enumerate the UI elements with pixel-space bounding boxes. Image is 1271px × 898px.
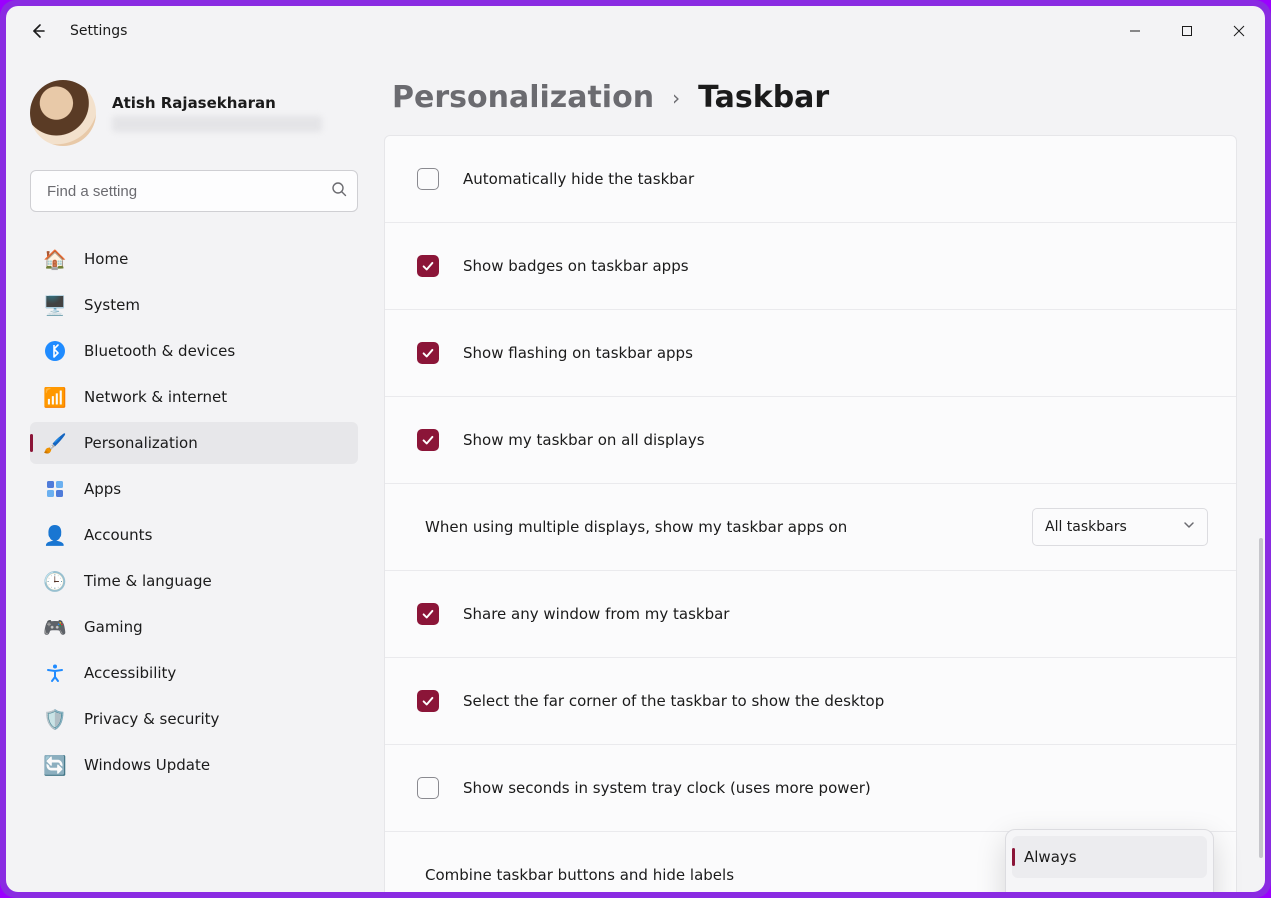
breadcrumb-parent[interactable]: Personalization xyxy=(392,80,654,115)
checkbox-badges[interactable] xyxy=(417,255,439,277)
checkbox-autohide[interactable] xyxy=(417,168,439,190)
sidebar-item-label: Home xyxy=(84,250,128,268)
settings-list: Automatically hide the taskbar Show badge… xyxy=(384,135,1237,892)
sidebar-item-update[interactable]: 🔄 Windows Update xyxy=(30,744,358,786)
sidebar: Atish Rajasekharan 🏠 Home 🖥️ System Bluetoot… xyxy=(6,56,376,892)
settings-window: Settings Atish Rajasekharan xyxy=(6,6,1265,892)
privacy-icon: 🛡️ xyxy=(44,708,66,730)
search-box[interactable] xyxy=(30,170,358,212)
apps-icon xyxy=(44,478,66,500)
update-icon: 🔄 xyxy=(44,754,66,776)
gaming-icon: 🎮 xyxy=(44,616,66,638)
checkbox-seconds[interactable] xyxy=(417,777,439,799)
sidebar-item-personalization[interactable]: 🖌️ Personalization xyxy=(30,422,358,464)
sidebar-item-label: Accounts xyxy=(84,526,152,544)
sidebar-item-label: Accessibility xyxy=(84,664,176,682)
breadcrumb: Personalization › Taskbar xyxy=(392,80,1237,115)
bluetooth-icon xyxy=(44,340,66,362)
close-icon xyxy=(1233,25,1245,37)
setting-row-farcorner: Select the far corner of the taskbar to … xyxy=(385,657,1236,744)
checkbox-alldisplays[interactable] xyxy=(417,429,439,451)
nav-list: 🏠 Home 🖥️ System Bluetooth & devices 📶 Network… xyxy=(30,238,358,786)
sidebar-item-label: Personalization xyxy=(84,434,198,452)
account-name: Atish Rajasekharan xyxy=(112,94,322,112)
sidebar-item-network[interactable]: 📶 Network & internet xyxy=(30,376,358,418)
sidebar-item-label: System xyxy=(84,296,140,314)
sidebar-item-apps[interactable]: Apps xyxy=(30,468,358,510)
account-email-redacted xyxy=(112,116,322,132)
checkbox-flashing[interactable] xyxy=(417,342,439,364)
titlebar: Settings xyxy=(6,6,1265,56)
search-input[interactable] xyxy=(45,182,331,201)
setting-label: Show seconds in system tray clock (uses … xyxy=(463,779,1208,797)
dropdown-value: All taskbars xyxy=(1045,519,1127,535)
setting-label: Show flashing on taskbar apps xyxy=(463,344,1208,362)
setting-label: Show badges on taskbar apps xyxy=(463,257,1208,275)
setting-row-multidisp: When using multiple displays, show my ta… xyxy=(385,483,1236,570)
search-icon xyxy=(331,181,347,201)
sidebar-item-label: Apps xyxy=(84,480,121,498)
setting-label: Share any window from my taskbar xyxy=(463,605,1208,623)
accessibility-icon xyxy=(44,662,66,684)
maximize-icon xyxy=(1181,25,1193,37)
sidebar-item-gaming[interactable]: 🎮 Gaming xyxy=(30,606,358,648)
sidebar-item-time[interactable]: 🕒 Time & language xyxy=(30,560,358,602)
dropdown-multidisp[interactable]: All taskbars xyxy=(1032,508,1208,546)
time-icon: 🕒 xyxy=(44,570,66,592)
window-title: Settings xyxy=(70,23,127,39)
account-block[interactable]: Atish Rajasekharan xyxy=(30,80,358,146)
setting-label: Show my taskbar on all displays xyxy=(463,431,1208,449)
setting-row-sharewin: Share any window from my taskbar xyxy=(385,570,1236,657)
checkbox-farcorner[interactable] xyxy=(417,690,439,712)
chevron-right-icon: › xyxy=(672,86,680,110)
minimize-button[interactable] xyxy=(1109,6,1161,56)
avatar xyxy=(30,80,96,146)
minimize-icon xyxy=(1129,25,1141,37)
sidebar-item-accessibility[interactable]: Accessibility xyxy=(30,652,358,694)
scrollbar-thumb[interactable] xyxy=(1259,538,1263,858)
sidebar-item-label: Bluetooth & devices xyxy=(84,342,235,360)
main-content: Personalization › Taskbar Automatically … xyxy=(376,56,1265,892)
sidebar-item-privacy[interactable]: 🛡️ Privacy & security xyxy=(30,698,358,740)
menu-option-always[interactable]: Always xyxy=(1012,836,1207,878)
sidebar-item-system[interactable]: 🖥️ System xyxy=(30,284,358,326)
sidebar-item-bluetooth[interactable]: Bluetooth & devices xyxy=(30,330,358,372)
setting-row-badges: Show badges on taskbar apps xyxy=(385,222,1236,309)
breadcrumb-current: Taskbar xyxy=(698,80,829,115)
accounts-icon: 👤 xyxy=(44,524,66,546)
setting-row-autohide: Automatically hide the taskbar xyxy=(385,136,1236,222)
sidebar-item-label: Gaming xyxy=(84,618,143,636)
maximize-button[interactable] xyxy=(1161,6,1213,56)
sidebar-item-label: Time & language xyxy=(84,572,212,590)
network-icon: 📶 xyxy=(44,386,66,408)
sidebar-item-label: Windows Update xyxy=(84,756,210,774)
system-icon: 🖥️ xyxy=(44,294,66,316)
checkbox-sharewin[interactable] xyxy=(417,603,439,625)
back-button[interactable] xyxy=(18,11,58,51)
sidebar-item-accounts[interactable]: 👤 Accounts xyxy=(30,514,358,556)
sidebar-item-label: Privacy & security xyxy=(84,710,219,728)
setting-row-alldisplays: Show my taskbar on all displays xyxy=(385,396,1236,483)
menu-option-when-taskbar-is-full[interactable]: When taskbar is full xyxy=(1012,878,1207,892)
personalization-icon: 🖌️ xyxy=(44,432,66,454)
sidebar-item-home[interactable]: 🏠 Home xyxy=(30,238,358,280)
setting-label: Select the far corner of the taskbar to … xyxy=(463,692,1208,710)
setting-label: Automatically hide the taskbar xyxy=(463,170,1208,188)
close-button[interactable] xyxy=(1213,6,1265,56)
sidebar-item-label: Network & internet xyxy=(84,388,227,406)
combine-dropdown-menu: AlwaysWhen taskbar is fullNever xyxy=(1005,829,1214,892)
scrollbar[interactable] xyxy=(1259,196,1263,858)
setting-row-flashing: Show flashing on taskbar apps xyxy=(385,309,1236,396)
back-arrow-icon xyxy=(30,23,46,39)
home-icon: 🏠 xyxy=(44,248,66,270)
setting-label: When using multiple displays, show my ta… xyxy=(425,518,1032,536)
chevron-down-icon xyxy=(1183,519,1195,535)
setting-row-seconds: Show seconds in system tray clock (uses … xyxy=(385,744,1236,831)
